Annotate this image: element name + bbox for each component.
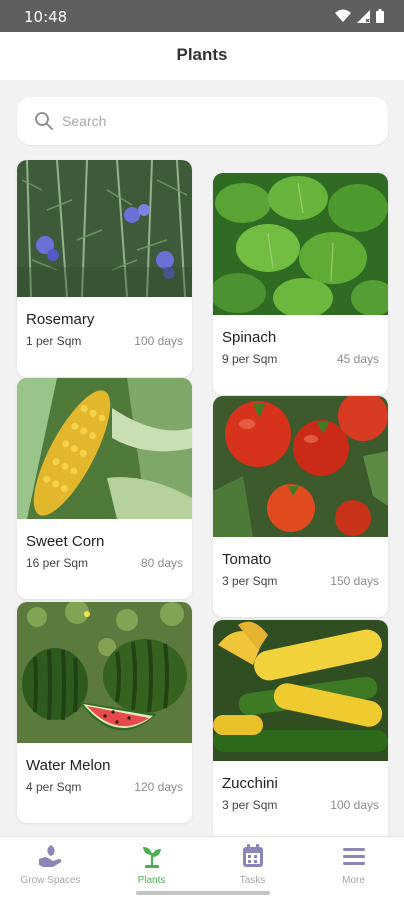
search-bar[interactable] [17,97,388,145]
sprout-icon [138,843,166,869]
home-indicator [136,891,270,895]
plant-card-zucchini[interactable]: Zucchini 3 per Sqm 100 days [213,620,388,841]
rosemary-photo [17,160,192,297]
plant-days: 100 days [330,798,379,812]
corn-photo [17,378,192,519]
plant-card-spinach[interactable]: Spinach 9 per Sqm 45 days [213,173,388,395]
plant-days: 100 days [134,334,183,348]
plant-days: 150 days [330,574,379,588]
nav-label: Grow Spaces [20,875,81,886]
menu-icon [340,843,368,869]
plant-card-water-melon[interactable]: Water Melon 4 per Sqm 120 days [17,602,192,823]
plant-days: 120 days [134,780,183,794]
app-bar: Plants [0,32,404,80]
plant-days: 80 days [140,556,183,570]
status-icons [335,9,384,23]
plant-name: Spinach [222,329,277,346]
page-title: Plants [176,45,228,64]
plant-card-rosemary[interactable]: Rosemary 1 per Sqm 100 days [17,160,192,377]
nav-item-grow-spaces[interactable]: Grow Spaces [0,837,101,900]
nav-label: Tasks [239,875,266,886]
spinach-photo [213,173,388,315]
signal-icon [357,9,370,23]
plant-name: Tomato [222,551,272,568]
status-time: 10:48 [24,8,68,26]
hand-plant-icon [37,843,65,869]
zucchini-photo [213,620,388,761]
plant-name: Water Melon [26,757,111,774]
wifi-icon [335,9,351,22]
calendar-icon [239,843,267,869]
plant-name: Rosemary [26,311,95,328]
nav-label: Plants [137,875,166,886]
search-icon [34,111,54,131]
plant-days: 45 days [336,352,379,366]
plant-spacing: 16 per Sqm [26,556,89,570]
plant-spacing: 3 per Sqm [222,798,278,812]
plant-spacing: 9 per Sqm [222,352,278,366]
nav-item-more[interactable]: More [303,837,404,900]
tomato-photo [213,396,388,537]
plant-card-sweet-corn[interactable]: Sweet Corn 16 per Sqm 80 days [17,378,192,599]
plant-name: Zucchini [222,775,278,792]
watermelon-photo [17,602,192,743]
search-input[interactable] [62,113,342,129]
plant-spacing: 4 per Sqm [26,780,82,794]
battery-icon [376,9,384,23]
nav-label: More [342,875,365,886]
plant-spacing: 1 per Sqm [26,334,82,348]
plant-name: Sweet Corn [26,533,105,550]
status-bar: 10:48 [0,0,404,32]
plant-card-tomato[interactable]: Tomato 3 per Sqm 150 days [213,396,388,617]
plant-spacing: 3 per Sqm [222,574,278,588]
